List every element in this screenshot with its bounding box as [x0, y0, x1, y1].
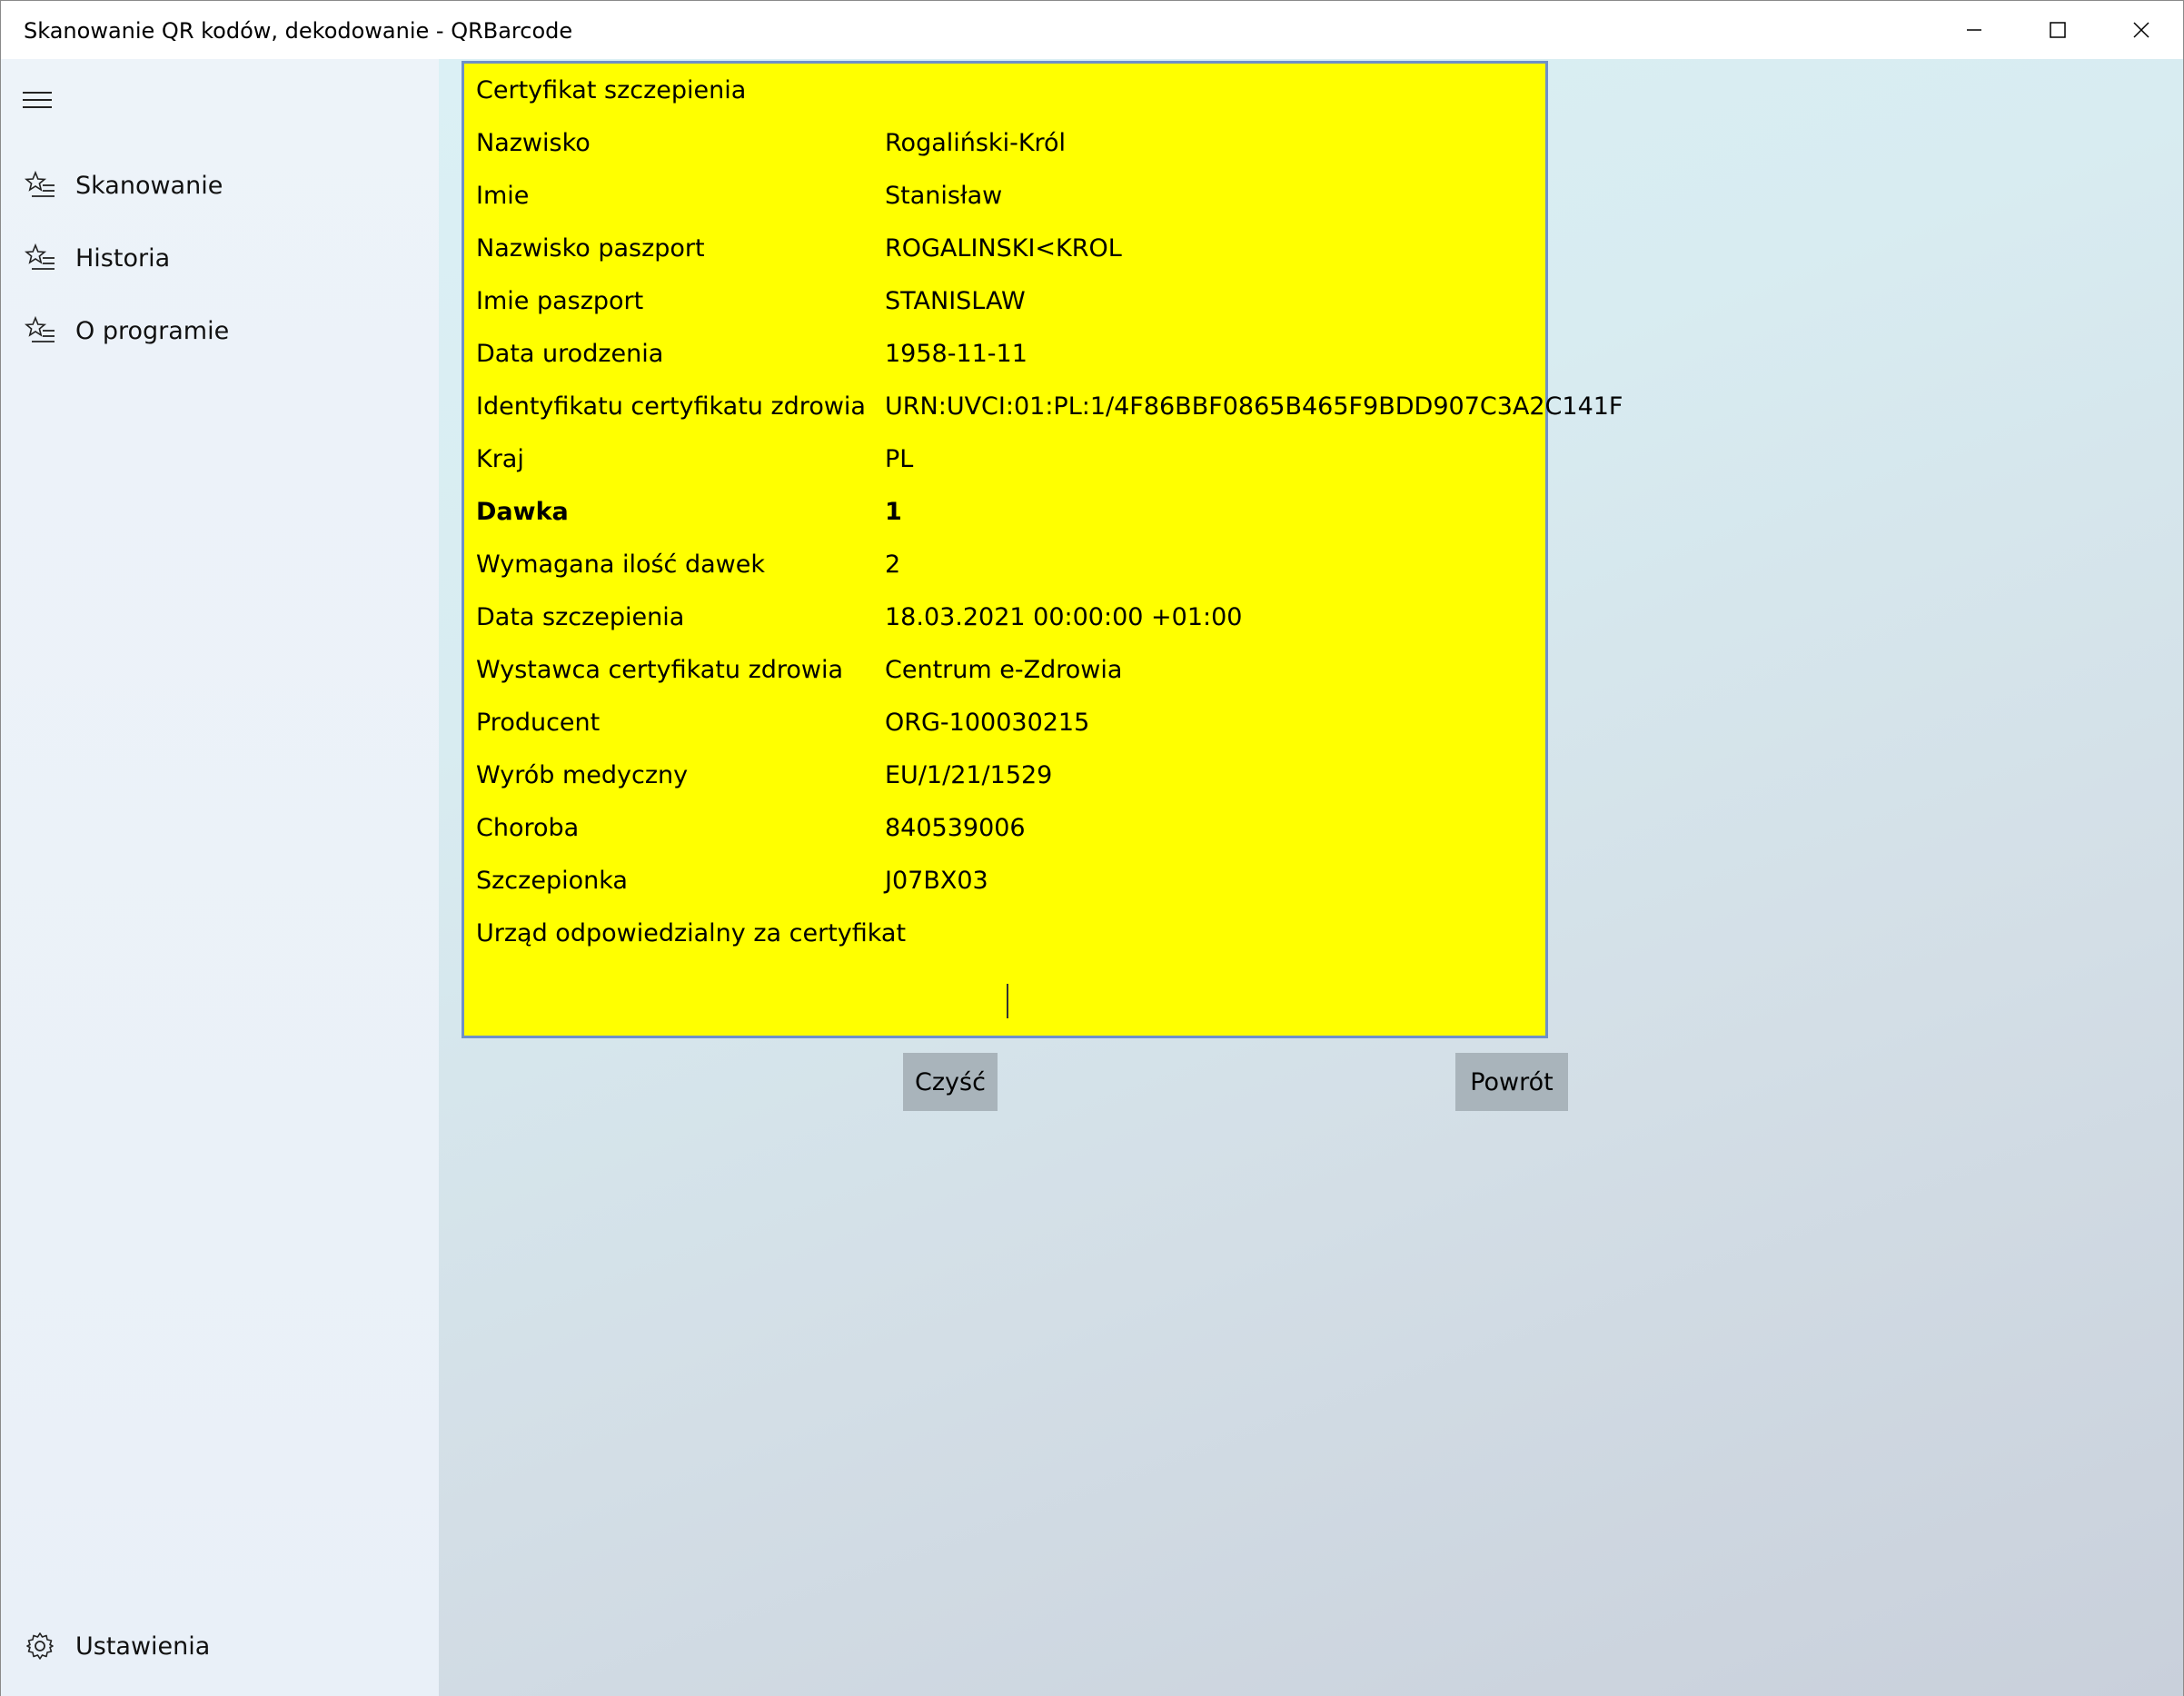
certificate-row: Identyfikatu certyfikatu zdrowia URN:UVC… — [476, 392, 1623, 445]
certificate-row: Wystawca certyfikatu zdrowia Centrum e-Z… — [476, 656, 1539, 709]
row-label: Szczepionka — [476, 867, 628, 895]
maximize-button[interactable] — [2016, 1, 2100, 59]
maximize-icon — [2050, 22, 2066, 38]
row-label: Data szczepienia — [476, 603, 685, 631]
clear-button[interactable]: Czyść — [903, 1053, 998, 1111]
row-value: ROGALINSKI<KROL — [885, 234, 1122, 263]
sidebar-item-label: Historia — [75, 243, 171, 273]
row-label: Wyrób medyczny — [476, 761, 689, 789]
star-list-icon — [25, 243, 55, 270]
row-value: J07BX03 — [885, 867, 988, 895]
certificate-row: Choroba 840539006 — [476, 814, 1539, 867]
certificate-row: Szczepionka J07BX03 — [476, 867, 1539, 919]
certificate-row: Urząd odpowiedzialny za certyfikat — [476, 919, 1539, 972]
settings-label: Ustawienia — [75, 1632, 211, 1661]
row-label: Identyfikatu certyfikatu zdrowia — [476, 392, 866, 421]
row-value: Stanisław — [885, 182, 1003, 210]
certificate-row: Wyrób medyczny EU/1/21/1529 — [476, 761, 1539, 814]
row-label: Data urodzenia — [476, 340, 664, 368]
row-value: 2 — [885, 550, 901, 579]
certificate-title: Certyfikat szczepienia — [476, 76, 747, 104]
row-label: Imie — [476, 182, 530, 210]
sidebar: Skanowanie Historia O programie Ustawien… — [1, 59, 439, 1696]
row-label: Nazwisko — [476, 129, 591, 157]
sidebar-item-label: O programie — [75, 316, 230, 345]
hamburger-menu-icon[interactable] — [23, 86, 55, 114]
row-value: PL — [885, 445, 914, 473]
sidebar-item-skanowanie[interactable]: Skanowanie — [1, 153, 439, 218]
minimize-button[interactable] — [1932, 1, 2016, 59]
window-title: Skanowanie QR kodów, dekodowanie - QRBar… — [24, 18, 573, 44]
certificate-row: Nazwisko paszport ROGALINSKI<KROL — [476, 234, 1539, 287]
sidebar-item-ustawienia[interactable]: Ustawienia — [1, 1613, 439, 1679]
row-value: STANISLAW — [885, 287, 1026, 315]
sidebar-item-historia[interactable]: Historia — [1, 225, 439, 291]
row-value: URN:UVCI:01:PL:1/4F86BBF0865B465F9BDD907… — [885, 392, 1623, 421]
certificate-row-dose: Dawka 1 — [476, 498, 1539, 550]
certificate-row: Imie Stanisław — [476, 182, 1539, 234]
close-icon — [2133, 22, 2149, 38]
sidebar-item-o-programie[interactable]: O programie — [1, 298, 439, 363]
title-bar: Skanowanie QR kodów, dekodowanie - QRBar… — [1, 1, 2183, 59]
back-button[interactable]: Powrót — [1455, 1053, 1568, 1111]
row-label: Kraj — [476, 445, 524, 473]
certificate-row: Imie paszport STANISLAW — [476, 287, 1539, 340]
row-value: EU/1/21/1529 — [885, 761, 1053, 789]
text-caret — [1007, 984, 1008, 1018]
row-value: 1958-11-11 — [885, 340, 1027, 368]
row-label: Choroba — [476, 814, 580, 842]
row-label: Urząd odpowiedzialny za certyfikat — [476, 919, 907, 947]
row-label: Wymagana ilość dawek — [476, 550, 766, 579]
certificate-row: Kraj PL — [476, 445, 1539, 498]
close-button[interactable] — [2100, 1, 2183, 59]
row-label: Wystawca certyfikatu zdrowia — [476, 656, 844, 684]
star-list-icon — [25, 315, 55, 342]
row-value: ORG-100030215 — [885, 709, 1090, 737]
sidebar-item-label: Skanowanie — [75, 171, 223, 200]
row-value: 840539006 — [885, 814, 1026, 842]
row-value: 1 — [885, 498, 902, 526]
star-list-icon — [25, 170, 55, 197]
row-label: Dawka — [476, 498, 569, 526]
certificate-row: Producent ORG-100030215 — [476, 709, 1539, 761]
minimize-icon — [1967, 29, 1981, 31]
gear-icon — [26, 1632, 54, 1660]
row-value: 18.03.2021 00:00:00 +01:00 — [885, 603, 1243, 631]
certificate-row: Data urodzenia 1958-11-11 — [476, 340, 1539, 392]
row-label: Imie paszport — [476, 287, 644, 315]
certificate-textbox[interactable]: Certyfikat szczepienia Nazwisko Rogalińs… — [462, 61, 1623, 1038]
row-value: Rogaliński-Król — [885, 129, 1067, 157]
certificate-row: Wymagana ilość dawek 2 — [476, 550, 1539, 603]
row-label: Producent — [476, 709, 601, 737]
main-content: Certyfikat szczepienia Nazwisko Rogalińs… — [439, 59, 2183, 1696]
row-value: Centrum e-Zdrowia — [885, 656, 1123, 684]
certificate-row: Nazwisko Rogaliński-Król — [476, 129, 1539, 182]
app-window: Skanowanie QR kodów, dekodowanie - QRBar… — [0, 0, 2184, 1696]
certificate-row: Data szczepienia 18.03.2021 00:00:00 +01… — [476, 603, 1539, 656]
row-label: Nazwisko paszport — [476, 234, 705, 263]
